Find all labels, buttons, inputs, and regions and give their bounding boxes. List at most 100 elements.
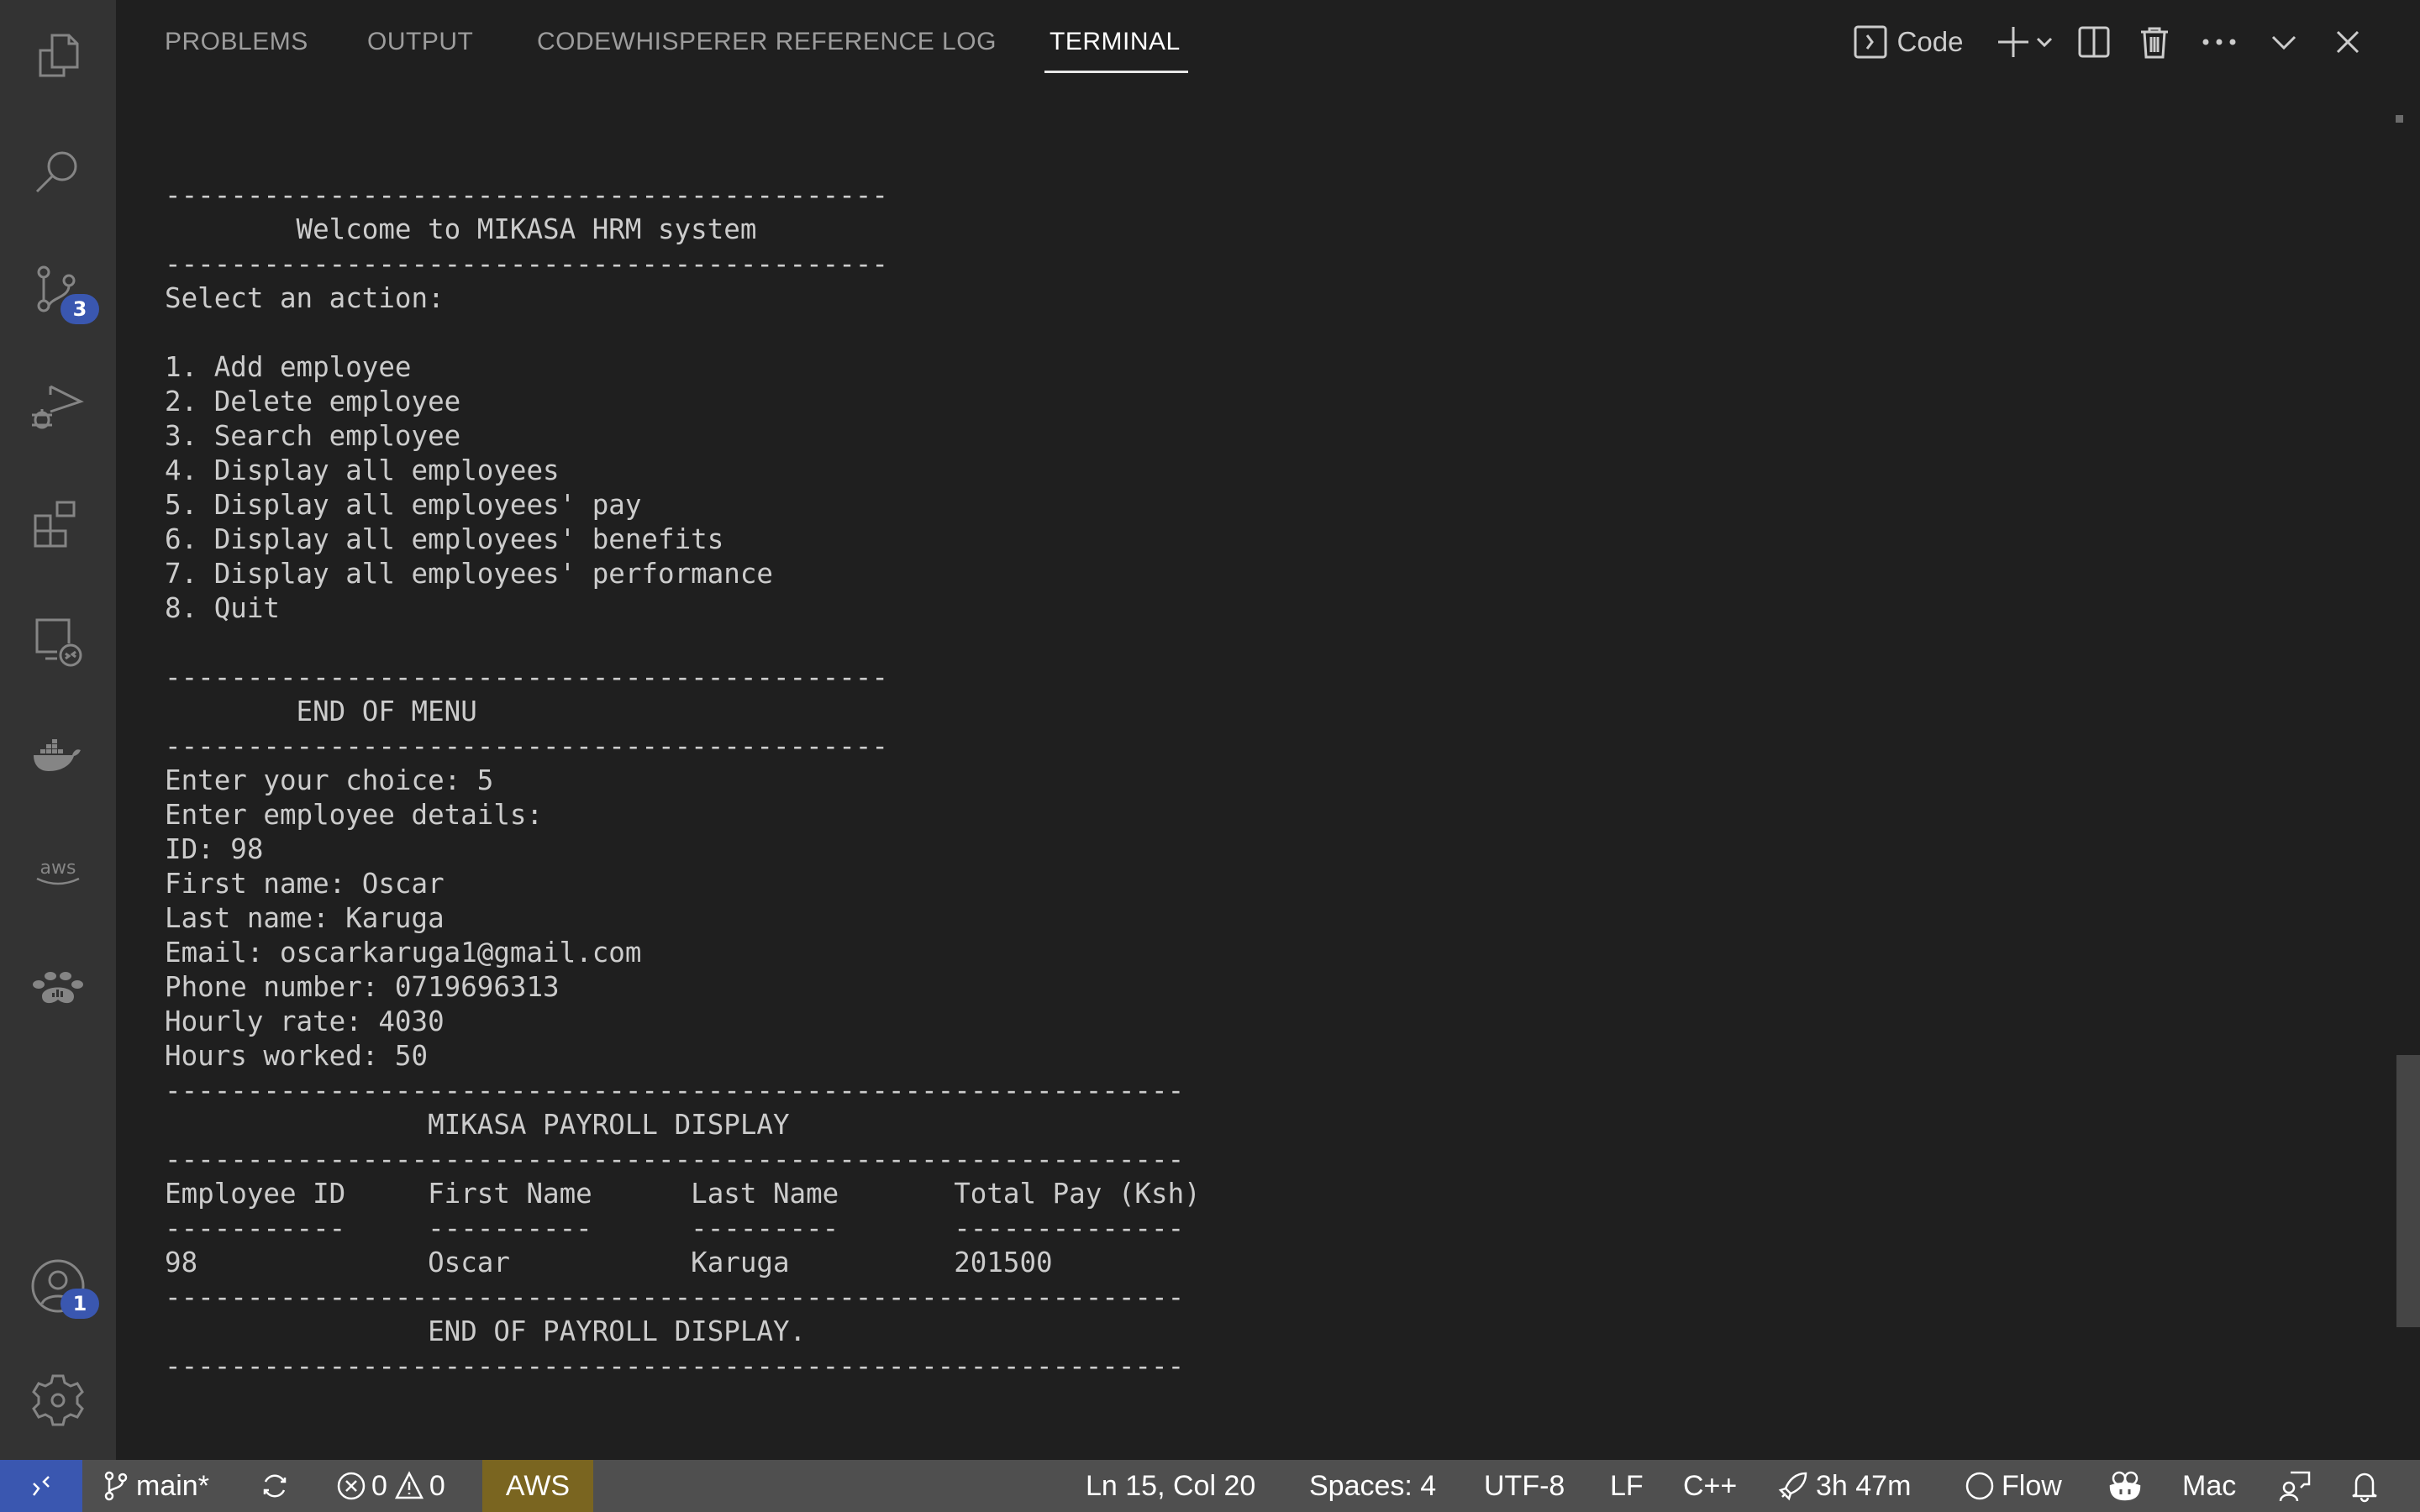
bell-icon [2352, 1473, 2377, 1503]
sync-button[interactable] [259, 1460, 291, 1512]
split-icon [2078, 26, 2110, 58]
terminal-line: 1. Add employee [165, 351, 412, 383]
terminal-line: END OF MENU [165, 696, 477, 727]
aws-button[interactable]: aws [0, 825, 116, 917]
run-debug-icon [32, 385, 84, 429]
terminal-line: ----------------------------------------… [165, 661, 888, 693]
scrollbar-marker [2396, 115, 2403, 123]
accounts-button[interactable] [0, 1240, 116, 1332]
active-tab-indicator [1044, 71, 1188, 73]
remote-indicator[interactable] [0, 1460, 82, 1512]
terminal-line: ----------- ---------- --------- -------… [165, 1212, 1185, 1244]
tab-problems[interactable]: PROBLEMS [165, 25, 308, 59]
tab-codewhisperer-reference-log[interactable]: CODEWHISPERER REFERENCE LOG [537, 25, 997, 59]
new-terminal-button[interactable] [1995, 17, 2032, 67]
end-of-line[interactable]: LF [1610, 1460, 1644, 1512]
chevron-down-icon [2271, 35, 2296, 50]
flow-indicator[interactable]: Flow [1965, 1460, 2062, 1512]
aws-status[interactable]: AWS [482, 1460, 593, 1512]
split-terminal-button[interactable] [2075, 17, 2112, 67]
terminal-line: ----------------------------------------… [165, 1143, 1185, 1175]
branch-indicator[interactable]: main* [103, 1460, 209, 1512]
terminal-line: Enter your choice: 5 [165, 764, 494, 796]
terminal-line: 7. Display all employees' performance [165, 558, 773, 590]
terminal-line: Hourly rate: 4030 [165, 1005, 445, 1037]
chevron-down-icon [2036, 37, 2053, 48]
terminal-line: 4. Display all employees [165, 454, 560, 486]
terminal-line: Enter employee details: [165, 799, 544, 831]
terminal-line: First name: Oscar [165, 868, 445, 900]
docker-button[interactable] [0, 711, 116, 803]
ellipsis-icon [2202, 39, 2236, 45]
activity-bar: 3 aws 1 [0, 0, 116, 1460]
terminal-line: ID: 98 [165, 833, 264, 865]
more-actions-button[interactable] [2198, 17, 2240, 67]
terminal-line: 3. Search employee [165, 420, 461, 452]
manage-button[interactable] [0, 1354, 116, 1446]
terminal-line: Email: oscarkaruga1@gmail.com [165, 937, 642, 969]
extensions-button[interactable] [0, 477, 116, 570]
close-icon [2336, 30, 2360, 54]
run-debug-button[interactable] [0, 360, 116, 452]
search-button[interactable] [0, 126, 116, 218]
status-bar: main* 0 0 AWS Ln 15, Col 20 Spaces: 4 UT… [0, 1460, 2420, 1512]
kill-terminal-button[interactable] [2136, 17, 2173, 67]
accounts-badge: 1 [60, 1289, 99, 1319]
trash-icon [2141, 27, 2168, 59]
problems-indicator[interactable]: 0 0 [336, 1460, 445, 1512]
terminal-profile-label: Code [1897, 26, 1964, 57]
terminal-line: ----------------------------------------… [165, 1074, 1185, 1106]
close-panel-button[interactable] [2329, 17, 2366, 67]
tab-output[interactable]: OUTPUT [367, 25, 473, 59]
panel-header: PROBLEMS OUTPUT CODEWHISPERER REFERENCE … [116, 0, 2420, 84]
search-icon [35, 151, 77, 193]
maximize-panel-button[interactable] [2265, 17, 2302, 67]
terminal-scrollbar-thumb[interactable] [2396, 1055, 2420, 1327]
error-icon [337, 1472, 366, 1500]
keyboard-layout[interactable]: Mac [2182, 1460, 2236, 1512]
terminal-line: Hours worked: 50 [165, 1040, 429, 1072]
time-tracker[interactable]: 3h 47m [1777, 1460, 1911, 1512]
docker-icon [34, 739, 81, 771]
svg-text:aws: aws [40, 858, 76, 879]
terminal-output[interactable]: ----------------------------------------… [165, 178, 2366, 1455]
panel-actions: Code [1845, 17, 2420, 67]
copilot-button[interactable] [2107, 1460, 2143, 1512]
notifications-button[interactable] [2349, 1460, 2380, 1512]
time-tracked: 3h 47m [1816, 1469, 1912, 1502]
source-control-button[interactable] [0, 244, 116, 336]
terminal-line: Last name: Karuga [165, 902, 445, 934]
terminal-line: 5. Display all employees' pay [165, 489, 642, 521]
launch-profile-dropdown[interactable] [2032, 17, 2057, 67]
indentation[interactable]: Spaces: 4 [1309, 1460, 1436, 1512]
remote-explorer-icon [35, 618, 82, 667]
terminal-line: ----------------------------------------… [165, 248, 888, 280]
warning-count: 0 [429, 1469, 445, 1502]
plus-icon [1998, 27, 2028, 57]
terminal-line: 8. Quit [165, 592, 280, 624]
circle-icon [1965, 1472, 1994, 1500]
terminal-line: 98 Oscar Karuga 201500 [165, 1247, 1053, 1278]
datadog-button[interactable] [0, 941, 116, 1033]
terminal-line: END OF PAYROLL DISPLAY. [165, 1315, 807, 1347]
remote-explorer-button[interactable] [0, 595, 116, 687]
terminal-line: Employee ID First Name Last Name Total P… [165, 1178, 1201, 1210]
terminal-line: 2. Delete employee [165, 386, 461, 417]
aws-icon: aws [36, 858, 80, 885]
paw-icon [33, 972, 83, 1004]
rocket-icon [1778, 1472, 1807, 1501]
terminal-line: MIKASA PAYROLL DISPLAY [165, 1109, 790, 1141]
tab-terminal[interactable]: TERMINAL [1050, 25, 1181, 59]
feedback-button[interactable] [2279, 1460, 2311, 1512]
terminal-profile-button[interactable]: Code [1845, 17, 1971, 67]
encoding[interactable]: UTF-8 [1484, 1460, 1565, 1512]
gear-icon [32, 1374, 84, 1426]
terminal-icon [1854, 25, 1887, 59]
language-mode[interactable]: C++ [1683, 1460, 1737, 1512]
cursor-position[interactable]: Ln 15, Col 20 [1086, 1460, 1255, 1512]
explorer-button[interactable] [0, 10, 116, 102]
git-branch-icon [104, 1471, 128, 1501]
terminal-line: ----------------------------------------… [165, 1350, 1185, 1382]
